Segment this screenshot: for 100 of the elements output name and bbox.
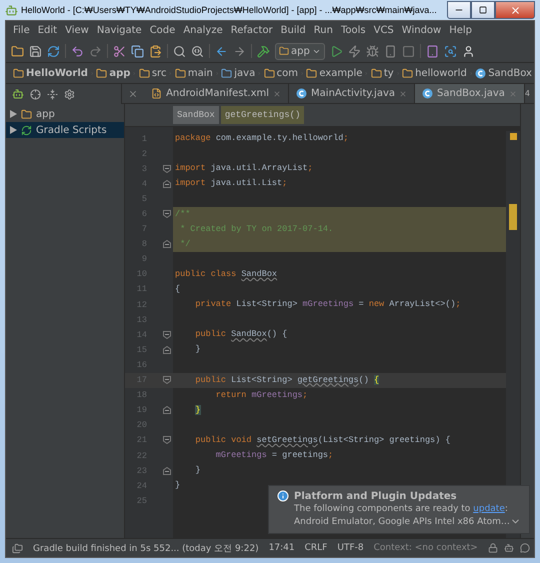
run-icon[interactable] xyxy=(330,44,343,58)
menu-item[interactable]: Navigate xyxy=(92,25,146,36)
save-icon[interactable] xyxy=(29,44,42,58)
warning-marker-icon xyxy=(510,133,516,140)
fold-marker-icon[interactable] xyxy=(163,376,171,384)
back-icon[interactable] xyxy=(215,44,228,58)
menu-item[interactable]: Edit xyxy=(34,25,62,36)
notification-detail: Android Emulator, Google APIs Intel x86 Atom… xyxy=(294,516,510,526)
breadcrumb-item[interactable]: HelloWorld xyxy=(11,68,90,78)
menu-item[interactable]: Refactor xyxy=(226,25,277,36)
tree-item[interactable]: app xyxy=(6,106,124,122)
minimize-button[interactable] xyxy=(447,1,471,19)
tab-count[interactable]: 4 xyxy=(524,89,534,98)
class-icon xyxy=(422,88,434,99)
line-separator-selector[interactable]: CRLF xyxy=(304,543,328,553)
fold-marker-icon[interactable] xyxy=(163,210,171,218)
breadcrumb-item[interactable]: SandBox xyxy=(173,106,219,124)
class-icon xyxy=(475,68,486,78)
close-icon[interactable] xyxy=(273,90,282,98)
window-title: HelloWorld - [C:₩Users₩TY₩AndroidStudioProjects₩HelloWorld] - [app] - ...₩app₩src₩main₩java... xyxy=(21,5,438,15)
folder-icon xyxy=(279,46,289,56)
code-line: } xyxy=(174,479,180,492)
code-line: private List<String> mGreetings = new ArrayList<>(); xyxy=(194,298,461,312)
debug-icon[interactable] xyxy=(366,44,379,58)
settings-icon[interactable] xyxy=(64,88,75,100)
stop-icon[interactable] xyxy=(402,44,415,58)
breadcrumb-item[interactable]: main xyxy=(172,68,215,78)
cursor-position[interactable]: 17:41 xyxy=(268,543,295,553)
run-configuration-dropdown[interactable]: app xyxy=(275,42,325,60)
class-icon xyxy=(296,88,308,99)
sync-icon[interactable] xyxy=(47,44,60,58)
fold-marker-icon[interactable] xyxy=(163,330,171,339)
avatar-icon[interactable] xyxy=(462,44,475,58)
breadcrumb-item[interactable]: src xyxy=(136,68,168,78)
fold-marker-icon[interactable] xyxy=(163,406,171,414)
code-line: { xyxy=(174,282,180,296)
fold-marker-icon[interactable] xyxy=(163,436,171,444)
menu-item[interactable]: Tools xyxy=(336,25,370,36)
highlight-marker-icon xyxy=(509,204,517,230)
copy-icon[interactable] xyxy=(131,44,144,58)
menu-item[interactable]: File xyxy=(9,25,34,36)
maximize-icon xyxy=(479,6,487,14)
code-line: public void setGreetings(List<String> greetings) { xyxy=(194,434,450,447)
breadcrumb-item[interactable]: getGreetings() xyxy=(220,106,304,124)
menu-item[interactable]: Help xyxy=(445,25,476,36)
redo-icon[interactable] xyxy=(89,44,102,58)
breadcrumb-item[interactable]: com xyxy=(262,68,300,78)
menu-item[interactable]: View xyxy=(61,25,93,36)
breadcrumb-item[interactable]: ty xyxy=(368,68,396,78)
maximize-button[interactable] xyxy=(471,1,495,19)
fold-marker-icon[interactable] xyxy=(163,180,171,188)
menu-item[interactable]: Code xyxy=(146,25,180,36)
code-line: package com.example.ty.helloworld; xyxy=(174,132,348,146)
folder-icon xyxy=(13,68,24,78)
menu-item[interactable]: Run xyxy=(310,25,337,36)
paste-icon[interactable] xyxy=(149,44,162,58)
folder-icon xyxy=(264,68,275,78)
close-button[interactable] xyxy=(495,1,535,19)
hammer-icon[interactable] xyxy=(257,44,270,58)
crosshair-icon[interactable] xyxy=(30,88,41,100)
fold-marker-icon[interactable] xyxy=(163,240,171,248)
fold-marker-icon[interactable] xyxy=(163,346,171,354)
menu-item[interactable]: Build xyxy=(276,25,310,36)
code-line: public List<String> getGreetings() { xyxy=(194,374,380,387)
status-message: Gradle build finished in 5s 552... (today 오전 9:22) xyxy=(33,542,259,554)
android-icon[interactable] xyxy=(12,88,24,100)
device-icon[interactable] xyxy=(384,44,397,58)
collapse-icon[interactable] xyxy=(47,88,58,100)
fold-marker-icon[interactable] xyxy=(163,466,171,475)
code-line: } xyxy=(194,464,201,478)
folder-icon xyxy=(221,68,232,78)
lock-icon[interactable] xyxy=(488,543,498,553)
breadcrumb-item[interactable]: example xyxy=(304,68,364,78)
search-icon[interactable] xyxy=(173,44,186,58)
close-icon[interactable] xyxy=(128,88,138,98)
breadcrumb-item[interactable]: SandBox xyxy=(473,68,534,78)
tree-item[interactable]: Gradle Scripts xyxy=(6,122,124,138)
forward-icon[interactable] xyxy=(233,44,246,58)
cut-icon[interactable] xyxy=(113,44,126,58)
breadcrumb-item[interactable]: app xyxy=(94,68,132,78)
code-line: public SandBox() { xyxy=(194,328,288,342)
breadcrumb-item[interactable]: helloworld xyxy=(400,68,469,78)
xml-file-icon xyxy=(151,88,162,99)
editor-tab[interactable]: SandBox.java xyxy=(415,84,525,103)
encoding-selector[interactable]: UTF-8 xyxy=(337,543,364,553)
fold-marker-icon[interactable] xyxy=(163,164,171,173)
menu-item[interactable]: VCS xyxy=(370,25,398,36)
folder-icon xyxy=(21,108,32,120)
menu-item[interactable]: Window xyxy=(398,25,446,36)
code-line: mGreetings = greetings; xyxy=(214,449,334,462)
breadcrumb-item[interactable]: java xyxy=(219,68,258,78)
notification-text: The following components are ready to update: xyxy=(293,504,509,514)
lightning-icon[interactable] xyxy=(348,44,361,58)
folder-icon[interactable] xyxy=(11,44,24,58)
undo-icon[interactable] xyxy=(71,44,84,58)
menu-item[interactable]: Analyze xyxy=(179,25,227,36)
code-line: return mGreetings; xyxy=(214,388,308,402)
update-link[interactable]: update xyxy=(473,504,505,514)
close-icon[interactable] xyxy=(399,90,408,98)
folder-icon xyxy=(370,68,382,78)
